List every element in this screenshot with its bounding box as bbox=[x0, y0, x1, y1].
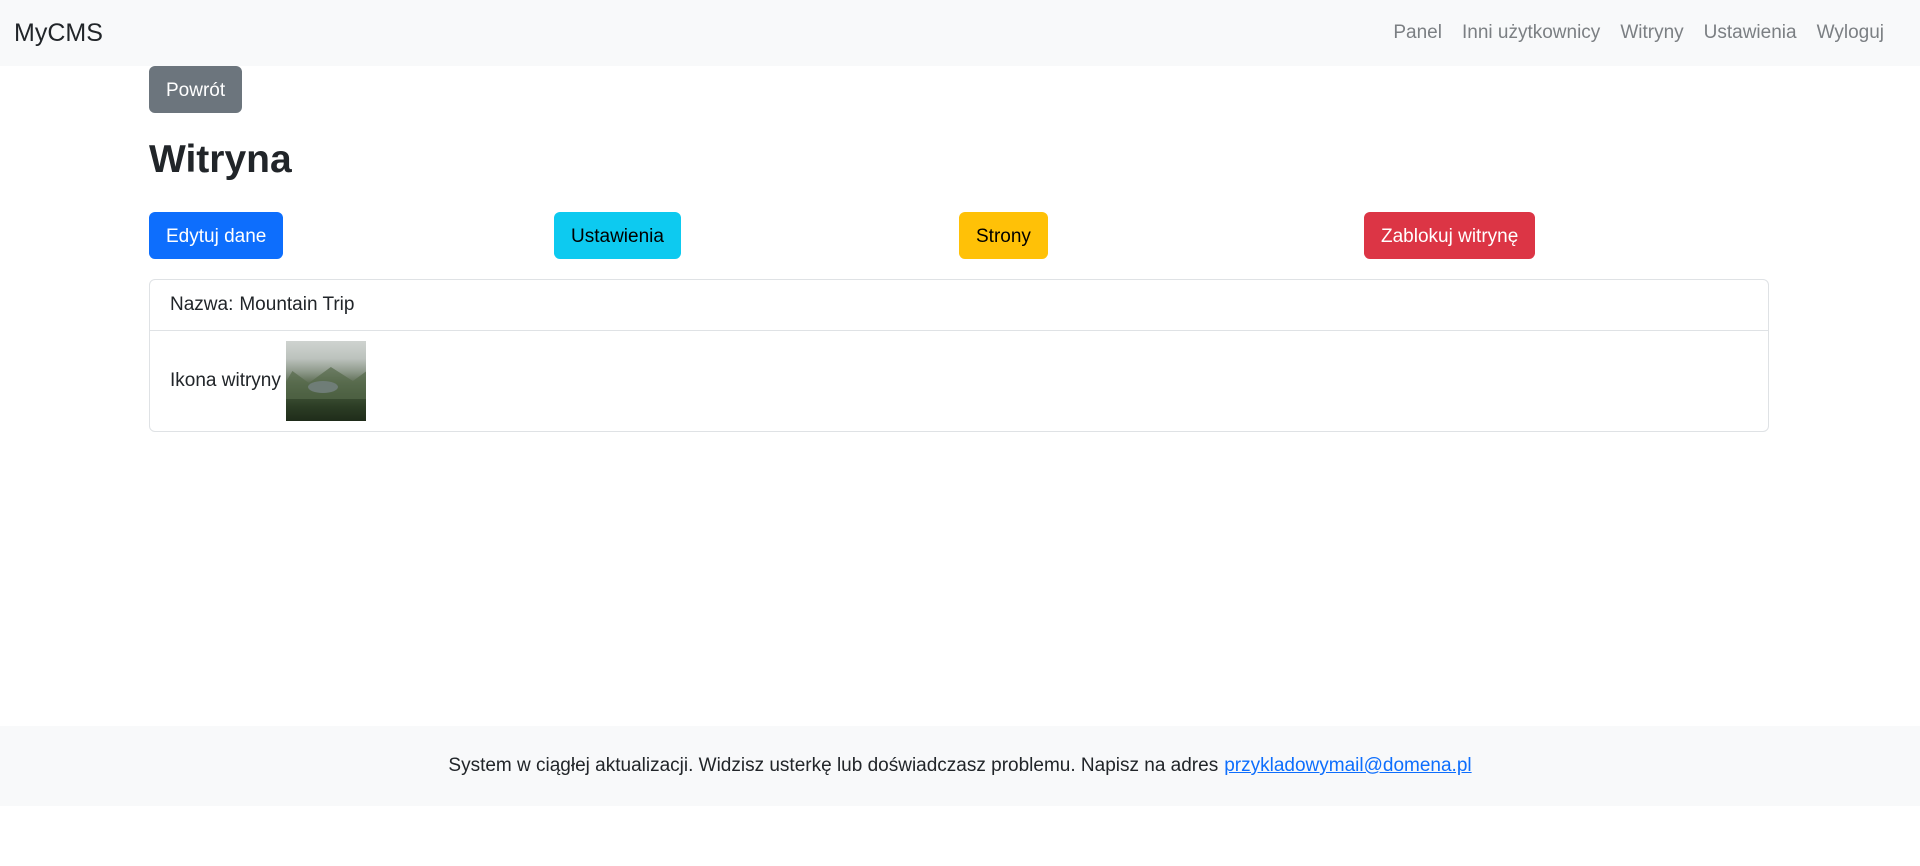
site-icon-row: Ikona witryny bbox=[150, 331, 1768, 431]
page-title: Witryna bbox=[149, 138, 292, 181]
brand-link[interactable]: MyCMS bbox=[14, 19, 103, 48]
site-name-value: Mountain Trip bbox=[239, 294, 355, 315]
nav-link-settings[interactable]: Ustawienia bbox=[1694, 22, 1807, 44]
footer-text: System w ciągłej aktualizacji. Widzisz u… bbox=[448, 755, 1219, 776]
nav-link-panel[interactable]: Panel bbox=[1383, 22, 1452, 44]
top-navbar: MyCMS Panel Inni użytkownicy Witryny Ust… bbox=[0, 0, 1920, 66]
site-name-row: Nazwa: Mountain Trip bbox=[150, 280, 1768, 331]
settings-button[interactable]: Ustawienia bbox=[554, 212, 681, 259]
footer-email-link[interactable]: przykladowymail@domena.pl bbox=[1224, 755, 1471, 777]
site-name-label: Nazwa: bbox=[170, 294, 234, 315]
nav-link-logout[interactable]: Wyloguj bbox=[1807, 22, 1894, 44]
nav-link-other-users[interactable]: Inni użytkownicy bbox=[1452, 22, 1610, 44]
footer: System w ciągłej aktualizacji. Widzisz u… bbox=[0, 726, 1920, 806]
site-details-card: Nazwa: Mountain Trip Ikona witryny bbox=[149, 279, 1769, 432]
nav-links: Panel Inni użytkownicy Witryny Ustawieni… bbox=[1383, 22, 1894, 44]
lake-shape bbox=[307, 381, 338, 393]
back-button[interactable]: Powrót bbox=[149, 66, 243, 113]
pages-button[interactable]: Strony bbox=[959, 212, 1048, 259]
edit-data-button[interactable]: Edytuj dane bbox=[149, 212, 284, 259]
mountain-ridge-shape bbox=[285, 367, 366, 399]
block-site-button[interactable]: Zablokuj witrynę bbox=[1364, 212, 1536, 259]
nav-link-sites[interactable]: Witryny bbox=[1610, 22, 1693, 44]
site-icon-label: Ikona witryny bbox=[170, 370, 281, 391]
action-buttons: Edytuj dane Ustawienia Strony Zablokuj w… bbox=[149, 212, 1769, 259]
site-icon-image bbox=[285, 341, 366, 421]
